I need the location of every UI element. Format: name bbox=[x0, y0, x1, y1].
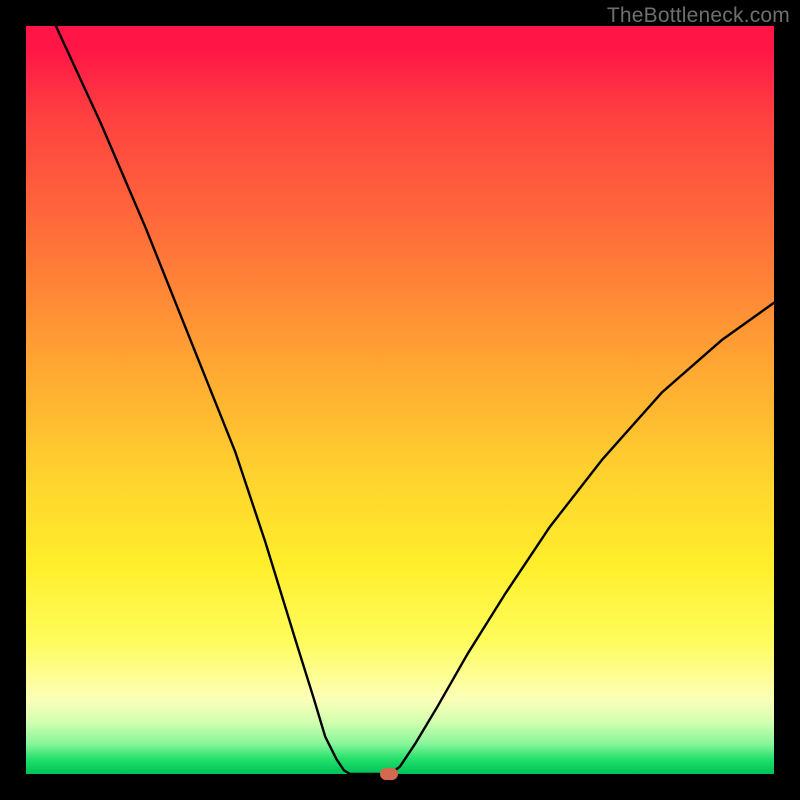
plot-area bbox=[26, 26, 774, 774]
watermark-text: TheBottleneck.com bbox=[607, 4, 790, 28]
chart-frame: TheBottleneck.com bbox=[0, 0, 800, 800]
optimal-marker bbox=[380, 768, 398, 780]
bottleneck-curve bbox=[56, 26, 774, 774]
curve-svg bbox=[26, 26, 774, 774]
